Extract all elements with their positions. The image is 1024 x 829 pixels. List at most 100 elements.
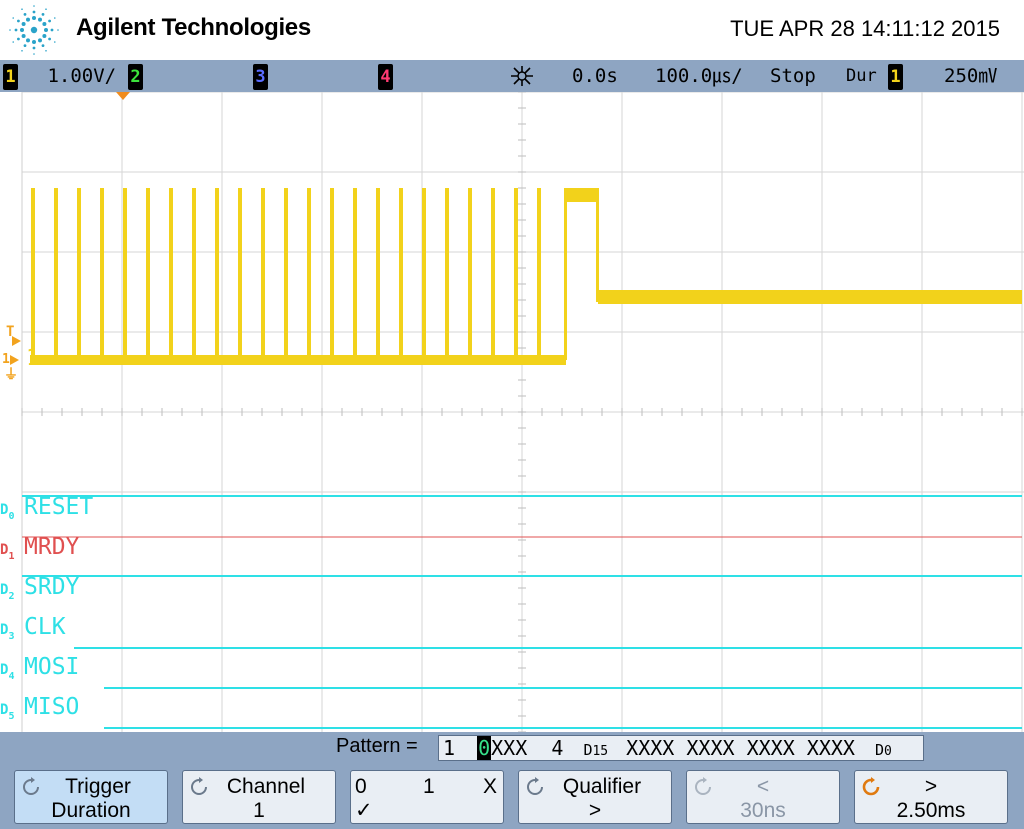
- spark-dot: [14, 28, 18, 32]
- spark-dot: [33, 5, 35, 7]
- channel-1-indicator[interactable]: 1 1.00V/: [3, 63, 117, 90]
- spark-dot: [32, 40, 36, 44]
- digital-channel-number: D3: [0, 622, 15, 642]
- pulse: [123, 188, 127, 360]
- acquisition-state[interactable]: Stop: [770, 63, 816, 89]
- spark-dot: [41, 13, 45, 16]
- trigger-mode[interactable]: Dur: [846, 63, 877, 89]
- digital-channel-label-mrdy[interactable]: MRDY: [24, 534, 79, 560]
- pulse: [169, 188, 173, 360]
- pattern-label: Pattern =: [336, 735, 418, 757]
- trigger-source-badge: 1: [888, 64, 903, 90]
- spark-dot: [57, 29, 59, 31]
- pattern-cursor-digit[interactable]: 0: [477, 736, 492, 760]
- wide-pulse: [565, 188, 597, 202]
- spark-dot: [17, 19, 20, 23]
- channel-softkey[interactable]: Channel 1: [182, 770, 336, 824]
- channel-4-indicator[interactable]: 4: [378, 63, 393, 90]
- spark-dot: [41, 44, 45, 47]
- channel-1-scale: 1.00V/: [47, 65, 117, 87]
- spark-dot: [21, 22, 26, 26]
- spark-dot: [9, 29, 11, 31]
- trigger-position-marker-icon: [116, 92, 130, 100]
- spark-dot: [32, 10, 36, 14]
- spark-dot: [53, 17, 56, 19]
- channel-4-badge: 4: [378, 64, 393, 90]
- channel-2-indicator[interactable]: 2: [128, 63, 143, 90]
- spark-dot: [23, 44, 27, 47]
- pulse: [491, 188, 495, 360]
- spark-dot: [21, 8, 23, 11]
- pattern-field[interactable]: 1 0XXX 4 D15 XXXX XXXX XXXX XXXX D0: [438, 735, 924, 761]
- pulse: [399, 188, 403, 360]
- spark-dot: [21, 34, 26, 38]
- waveform-display[interactable]: T 1 1 ⏚ D0 RESET D1 MRDY D2 SRDY D3 CLK D4 MOSI D5…: [0, 92, 1024, 732]
- digital-channel-number: D5: [0, 702, 15, 722]
- digital-channel-label-clk[interactable]: CLK: [24, 614, 66, 640]
- checkmark-icon: ✓: [355, 799, 373, 822]
- channel-3-badge: 3: [253, 64, 268, 90]
- qualifier-softkey[interactable]: Qualifier >: [518, 770, 672, 824]
- horizontal-delay[interactable]: 0.0s: [572, 63, 618, 89]
- pulse: [146, 188, 150, 360]
- pulse: [537, 188, 541, 360]
- baseline-band: [30, 355, 566, 365]
- pattern-bar: Pattern = 1 0XXX 4 D15 XXXX XXXX XXXX XX…: [0, 732, 1024, 764]
- digital-channel-label-reset[interactable]: RESET: [24, 494, 93, 520]
- pattern-analog-rest: XXX 4: [491, 736, 564, 760]
- agilent-spark-logo-icon: [9, 5, 59, 55]
- pulse: [445, 188, 449, 360]
- softkey-bar: Trigger Duration Channel 1 0 1 X ✓ Quali…: [0, 764, 1024, 829]
- delay-icon: [508, 64, 536, 90]
- graticule: [21, 92, 1024, 732]
- wide-pulse-fall: [596, 188, 599, 302]
- channel-3-indicator[interactable]: 3: [253, 63, 268, 90]
- pattern-channel-1: 1: [443, 736, 456, 760]
- spark-dot: [21, 49, 23, 52]
- pulse: [422, 188, 426, 360]
- pulse: [330, 188, 334, 360]
- pulse: [192, 188, 196, 360]
- spark-dot: [42, 34, 47, 38]
- spark-dot: [26, 17, 30, 22]
- pulse: [468, 188, 472, 360]
- spark-dot: [48, 37, 51, 41]
- date-time: TUE APR 28 14:11:12 2015: [730, 16, 1000, 41]
- digital-channel-label-mosi[interactable]: MOSI: [24, 654, 79, 680]
- spark-dot: [12, 17, 15, 19]
- time-per-division[interactable]: 100.0㎲/: [655, 63, 743, 89]
- idle-level-band: [598, 290, 1022, 304]
- spark-dot: [45, 8, 47, 11]
- trigger-level[interactable]: 250㎷: [944, 63, 997, 89]
- spark-dot: [33, 53, 35, 55]
- pulse: [238, 188, 242, 360]
- pulse: [54, 188, 58, 360]
- channel-2-badge: 2: [128, 64, 143, 90]
- pulse: [215, 188, 219, 360]
- digital-channel-label-miso[interactable]: MISO: [24, 694, 79, 720]
- digital-channel-number: D2: [0, 582, 15, 602]
- trigger-duration-softkey[interactable]: Trigger Duration: [14, 770, 168, 824]
- channel-1-waveform: [30, 188, 1022, 365]
- brand-name: Agilent Technologies: [76, 14, 311, 41]
- max-time-softkey[interactable]: > 2.50ms: [854, 770, 1008, 824]
- pulse: [77, 188, 81, 360]
- logic-level-softkey[interactable]: 0 1 X ✓: [350, 770, 504, 824]
- spark-dot: [17, 37, 20, 41]
- ground-symbol-icon: ⏚: [4, 367, 18, 383]
- wide-pulse-rise: [564, 188, 567, 360]
- digital-channel-number: D1: [0, 542, 15, 562]
- pulse: [31, 188, 35, 360]
- digital-channel-label-srdy[interactable]: SRDY: [24, 574, 79, 600]
- spark-center: [30, 26, 38, 34]
- min-time-softkey[interactable]: < 30ns: [686, 770, 840, 824]
- trigger-source[interactable]: 1: [888, 63, 903, 90]
- trigger-arrow-icon: [12, 336, 21, 346]
- pattern-d15-label: D15: [583, 741, 609, 759]
- spark-dot: [32, 16, 36, 20]
- spark-dot: [53, 41, 56, 43]
- digital-channel-number: D0: [0, 502, 15, 522]
- spark-dot: [45, 49, 47, 52]
- pattern-d0-label: D0: [875, 741, 892, 759]
- pulse: [261, 188, 265, 360]
